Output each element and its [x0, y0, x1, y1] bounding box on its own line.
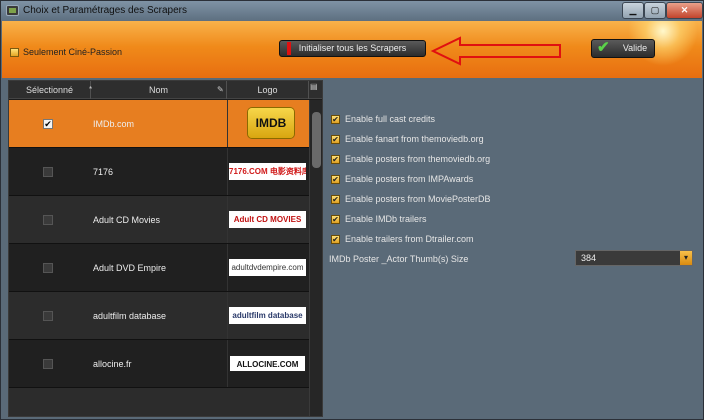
list-scrollbar[interactable] — [309, 100, 322, 416]
option-checkbox[interactable]: ✔ — [331, 174, 340, 184]
window-title: Choix et Paramétrages des Scrapers — [23, 5, 187, 16]
initialize-scrapers-label: Initialiser tous les Scrapers — [298, 43, 407, 53]
option-imdb-trailers[interactable]: ✔ Enable IMDb trailers — [331, 213, 427, 225]
option-posters-tmdb[interactable]: ✔ Enable posters from themoviedb.org — [331, 153, 490, 165]
only-cine-passion-checkbox[interactable] — [10, 47, 19, 57]
option-label: Enable trailers from Dtrailer.com — [345, 234, 474, 244]
minimize-button[interactable]: ▁ — [622, 2, 644, 19]
7176-logo: 7176.COM 电影资料库 — [229, 163, 306, 180]
filter-icon: ✎ — [217, 85, 224, 94]
option-label: Enable fanart from themoviedb.org — [345, 134, 484, 144]
table-row[interactable] — [9, 388, 309, 416]
option-label: Enable full cast credits — [345, 114, 436, 124]
scraper-window: Choix et Paramétrages des Scrapers ▁ ▢ ✕… — [0, 0, 704, 420]
thumb-size-label: IMDb Poster _Actor Thumb(s) Size — [329, 254, 469, 264]
option-posters-impawards[interactable]: ✔ Enable posters from IMPAwards — [331, 173, 473, 185]
valide-button[interactable]: ✔ Valide — [591, 39, 655, 58]
red-marker-icon — [287, 42, 291, 55]
column-header-name[interactable]: Nom ✎ — [91, 81, 227, 99]
adultfilm-database-logo: adultfilm database — [229, 307, 306, 324]
annotation-arrow-icon — [430, 36, 561, 66]
checkmark-icon: ✔ — [597, 39, 610, 56]
maximize-button[interactable]: ▢ — [644, 2, 666, 19]
column-header-name-label: Nom — [148, 85, 168, 95]
option-checkbox[interactable]: ✔ — [331, 234, 340, 244]
scraper-list: Sélectionné * Nom ✎ Logo ▤ ✔ IMDb.com IM… — [8, 80, 323, 417]
list-header: Sélectionné * Nom ✎ Logo ▤ — [9, 81, 322, 99]
row-logo-cell: 7176.COM 电影资料库 — [227, 148, 309, 195]
only-cine-passion-label: Seulement Ciné-Passion — [23, 47, 123, 57]
row-name: 7176 — [93, 167, 114, 177]
thumb-size-select[interactable]: 384 ▾ — [575, 250, 693, 266]
table-row[interactable]: 7176 7176.COM 电影资料库 — [9, 148, 309, 196]
column-header-logo-label: Logo — [257, 85, 278, 95]
row-logo-cell: adultdvdempire.com — [227, 244, 309, 291]
chevron-down-icon[interactable]: ▾ — [680, 251, 692, 265]
column-header-selected[interactable]: Sélectionné * — [9, 81, 92, 99]
column-chooser-icon[interactable]: ▤ — [310, 82, 318, 91]
option-label: Enable IMDb trailers — [345, 214, 427, 224]
scrollbar-thumb[interactable] — [312, 112, 321, 168]
row-logo-cell: Adult CD MOVIES — [227, 196, 309, 243]
close-button[interactable]: ✕ — [666, 2, 703, 19]
row-checkbox[interactable] — [43, 359, 53, 369]
row-name: IMDb.com — [93, 119, 135, 129]
table-row[interactable]: allocine.fr ALLOCINE.COM — [9, 340, 309, 388]
option-checkbox[interactable]: ✔ — [331, 154, 340, 164]
allocine-logo: ALLOCINE.COM — [229, 355, 306, 372]
row-name: Adult DVD Empire — [93, 263, 167, 273]
option-checkbox[interactable]: ✔ — [331, 214, 340, 224]
toolbar: Seulement Ciné-Passion Initialiser tous … — [2, 21, 702, 78]
row-checkbox[interactable]: ✔ — [43, 119, 53, 129]
table-row[interactable]: Adult DVD Empire adultdvdempire.com — [9, 244, 309, 292]
thumb-size-value: 384 — [581, 253, 597, 263]
option-label: Enable posters from IMPAwards — [345, 174, 474, 184]
title-bar: Choix et Paramétrages des Scrapers ▁ ▢ ✕ — [1, 1, 703, 21]
column-header-selected-label: Sélectionné — [25, 85, 74, 95]
option-label: Enable posters from MoviePosterDB — [345, 194, 491, 204]
app-icon — [6, 5, 19, 16]
row-checkbox[interactable] — [43, 167, 53, 177]
table-row[interactable]: ✔ IMDb.com IMDB — [9, 100, 309, 148]
row-checkbox[interactable] — [43, 263, 53, 273]
option-checkbox[interactable]: ✔ — [331, 194, 340, 204]
row-logo-cell: IMDB — [227, 100, 309, 147]
row-logo-cell: ALLOCINE.COM — [227, 340, 309, 387]
scraper-rows: ✔ IMDb.com IMDB 7176 7176.COM 电影资料库 Adul… — [9, 100, 309, 416]
column-header-logo[interactable]: Logo — [227, 81, 309, 99]
option-checkbox[interactable]: ✔ — [331, 134, 340, 144]
row-name: allocine.fr — [93, 359, 132, 369]
imdb-logo: IMDB — [248, 108, 294, 138]
row-logo-cell: adultfilm database — [227, 292, 309, 339]
only-cine-passion-option[interactable]: Seulement Ciné-Passion — [10, 47, 122, 57]
option-fanart-tmdb[interactable]: ✔ Enable fanart from themoviedb.org — [331, 133, 484, 145]
option-posters-movieposterdb[interactable]: ✔ Enable posters from MoviePosterDB — [331, 193, 491, 205]
option-label: Enable posters from themoviedb.org — [345, 154, 491, 164]
option-checkbox[interactable]: ✔ — [331, 114, 340, 124]
row-checkbox[interactable] — [43, 311, 53, 321]
table-row[interactable]: Adult CD Movies Adult CD MOVIES — [9, 196, 309, 244]
adult-cd-movies-logo: Adult CD MOVIES — [229, 211, 306, 228]
row-name: adultfilm database — [93, 311, 167, 321]
initialize-scrapers-button[interactable]: Initialiser tous les Scrapers — [279, 40, 426, 57]
table-row[interactable]: adultfilm database adultfilm database — [9, 292, 309, 340]
adult-dvd-empire-logo: adultdvdempire.com — [229, 259, 306, 276]
row-checkbox[interactable] — [43, 215, 53, 225]
row-name: Adult CD Movies — [93, 215, 161, 225]
option-full-cast[interactable]: ✔ Enable full cast credits — [331, 113, 435, 125]
option-dtrailer[interactable]: ✔ Enable trailers from Dtrailer.com — [331, 233, 474, 245]
